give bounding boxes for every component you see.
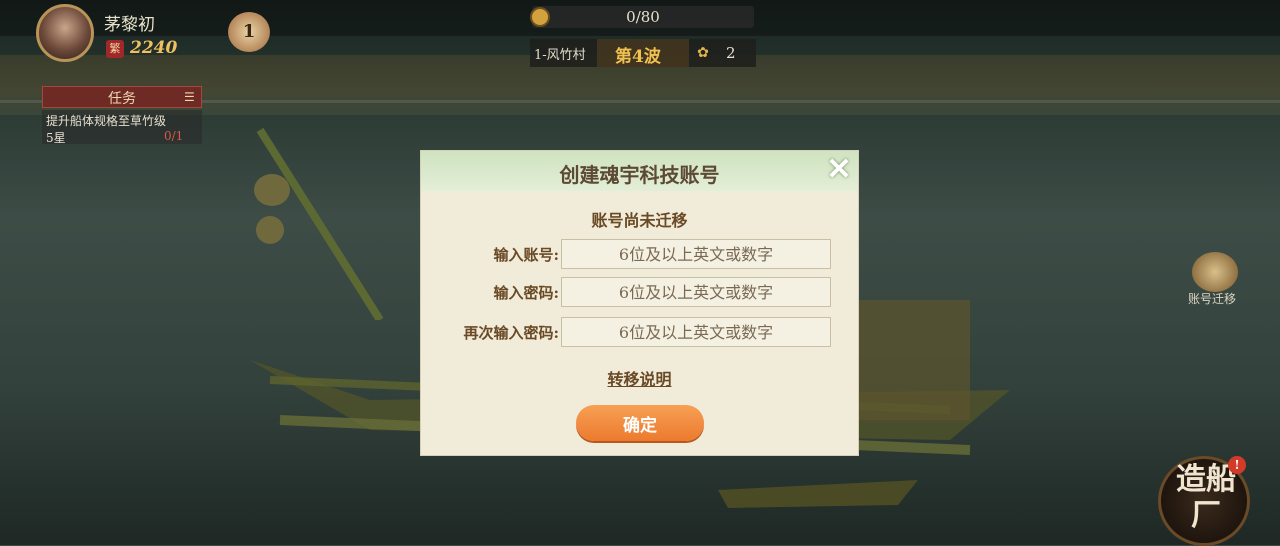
account-field-label: 输入账号: [493,246,559,264]
wave-number: 第4波 [615,47,661,67]
token-icon: ✿ [697,45,709,61]
confirm-password-field-label: 再次输入密码: [463,324,559,342]
dialog-title: 创建魂宇科技账号 [559,163,720,187]
token-count: 2 [726,44,736,62]
password-input[interactable] [561,277,831,307]
currency-value: 2240 [130,38,178,58]
shipyard-label: 造船厂 [1176,462,1236,533]
player-name: 茅黎初 [104,15,155,35]
wave-progress-text: 0/80 [626,8,660,26]
stage-name: 1-风竹村 [534,48,586,63]
create-account-dialog: 创建魂宇科技账号 ✕ 账号尚未迁移 输入账号: 输入密码: 再次输入密码: 转移… [421,151,858,455]
task-description: 提升船体规格至草竹级 [46,114,167,128]
close-icon[interactable]: ✕ [824,155,854,185]
task-panel-title: 任务 [108,91,136,107]
confirm-button[interactable]: 确定 [576,405,704,441]
account-migrate-label[interactable]: 账号迁移 [1188,290,1236,307]
alert-badge: ! [1228,456,1246,474]
list-icon[interactable]: ☰ [184,90,195,104]
dialog-subtitle: 账号尚未迁移 [591,211,688,230]
confirm-password-input[interactable] [561,317,831,347]
account-migrate-icon[interactable] [1192,252,1238,292]
level-badge[interactable]: 1 [228,12,270,52]
account-input[interactable] [561,239,831,269]
migration-help-link[interactable]: 转移说明 [421,366,858,390]
task-progress-count: 0/1 [164,129,184,143]
task-subtext: 5星 [46,131,66,145]
password-field-label: 输入密码: [493,284,559,302]
player-avatar[interactable] [36,4,94,62]
currency-icon: 繁 [106,40,124,58]
